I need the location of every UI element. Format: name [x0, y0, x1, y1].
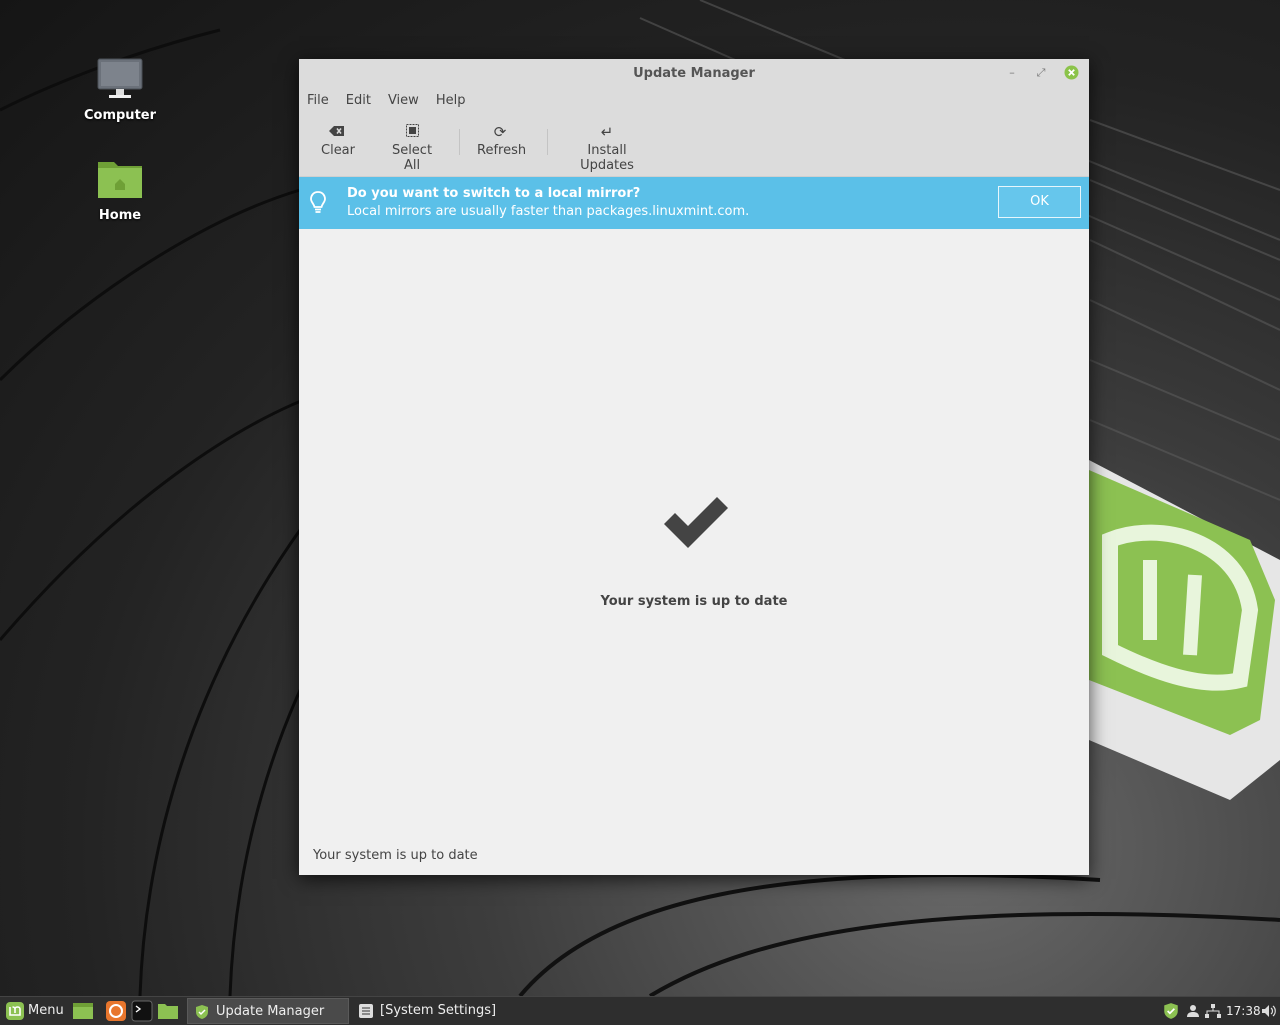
- desktop-icon-label: Home: [98, 208, 142, 223]
- volume-tray[interactable]: [1261, 999, 1277, 1023]
- content-area: Your system is up to date Your system is…: [299, 228, 1089, 875]
- mint-logo-icon: [6, 1002, 24, 1020]
- refresh-button[interactable]: ⟳ Refresh: [477, 119, 527, 169]
- files-launcher[interactable]: [157, 999, 179, 1023]
- task-label: [System Settings]: [380, 1003, 497, 1018]
- desktop-icon-home[interactable]: Home: [75, 158, 165, 223]
- task-system-settings[interactable]: [System Settings]: [352, 998, 512, 1024]
- firefox-icon: [106, 1001, 126, 1021]
- task-update-manager[interactable]: Update Manager: [187, 998, 349, 1024]
- mirror-infobar: Do you want to switch to a local mirror?…: [299, 177, 1089, 229]
- show-desktop-icon: [73, 1003, 93, 1019]
- computer-icon: [96, 58, 144, 102]
- menu-edit[interactable]: Edit: [346, 89, 371, 115]
- menu-label: Menu: [28, 1003, 64, 1018]
- close-icon: [1064, 65, 1079, 80]
- settings-icon: [359, 1004, 373, 1018]
- menu-help[interactable]: Help: [436, 89, 466, 115]
- install-updates-button[interactable]: ↵ Install Updates: [561, 119, 653, 173]
- desktop-icon-label: Computer: [83, 108, 157, 123]
- update-manager-window: Update Manager – ⤢ File Edit View Help C…: [299, 59, 1089, 875]
- clock[interactable]: 17:38: [1226, 999, 1261, 1023]
- show-desktop-launcher[interactable]: [72, 999, 94, 1023]
- infobar-message: Local mirrors are usually faster than pa…: [347, 204, 750, 219]
- user-icon: [1187, 1005, 1199, 1017]
- install-icon: ↵: [600, 123, 614, 141]
- update-shield-tray[interactable]: [1162, 999, 1180, 1023]
- select-all-icon: [385, 121, 439, 143]
- desktop-icon-computer[interactable]: Computer: [75, 58, 165, 123]
- menu-file[interactable]: File: [307, 89, 329, 115]
- select-all-button[interactable]: Select All: [385, 119, 439, 173]
- volume-icon: [1262, 1005, 1276, 1017]
- firefox-launcher[interactable]: [105, 999, 127, 1023]
- select-all-label: Select All: [391, 143, 433, 173]
- terminal-launcher[interactable]: [131, 999, 153, 1023]
- shield-icon: [196, 1005, 208, 1019]
- refresh-icon: ⟳: [493, 123, 507, 141]
- maximize-button[interactable]: ⤢: [1034, 66, 1048, 80]
- up-to-date-message: Your system is up to date: [600, 594, 788, 609]
- clear-icon: [321, 121, 353, 143]
- minimize-button[interactable]: –: [1005, 66, 1019, 80]
- terminal-icon: [131, 1000, 153, 1022]
- close-button[interactable]: [1064, 65, 1079, 80]
- user-tray[interactable]: [1186, 999, 1200, 1023]
- clear-label: Clear: [321, 143, 355, 158]
- menu-button[interactable]: Menu: [4, 999, 66, 1023]
- window-title: Update Manager: [633, 66, 755, 81]
- refresh-label: Refresh: [477, 143, 527, 158]
- task-label: Update Manager: [216, 1004, 325, 1019]
- shield-check-icon: [1164, 1003, 1178, 1019]
- clear-button[interactable]: Clear: [321, 119, 355, 169]
- toolbar-separator: [459, 129, 460, 155]
- status-bar-text: Your system is up to date: [313, 848, 478, 863]
- checkmark-icon: [661, 494, 731, 556]
- folder-icon: [158, 1004, 178, 1019]
- menu-view[interactable]: View: [388, 89, 419, 115]
- lightbulb-icon: [310, 191, 326, 219]
- infobar-ok-button[interactable]: OK: [998, 186, 1081, 218]
- menubar: File Edit View Help: [299, 89, 1089, 115]
- install-updates-label: Install Updates: [580, 143, 634, 173]
- window-titlebar[interactable]: Update Manager – ⤢: [299, 59, 1089, 89]
- network-tray[interactable]: [1205, 999, 1221, 1023]
- infobar-title: Do you want to switch to a local mirror?: [347, 186, 641, 201]
- network-icon: [1205, 1004, 1221, 1018]
- toolbar: Clear Select All ⟳ Refresh ↵ Install Upd…: [299, 115, 1089, 177]
- home-folder-icon: [96, 158, 144, 202]
- mint-logo-art: [1089, 460, 1280, 800]
- toolbar-separator: [547, 129, 548, 155]
- taskbar: Menu Update Manager [System Settings] 17…: [0, 996, 1280, 1025]
